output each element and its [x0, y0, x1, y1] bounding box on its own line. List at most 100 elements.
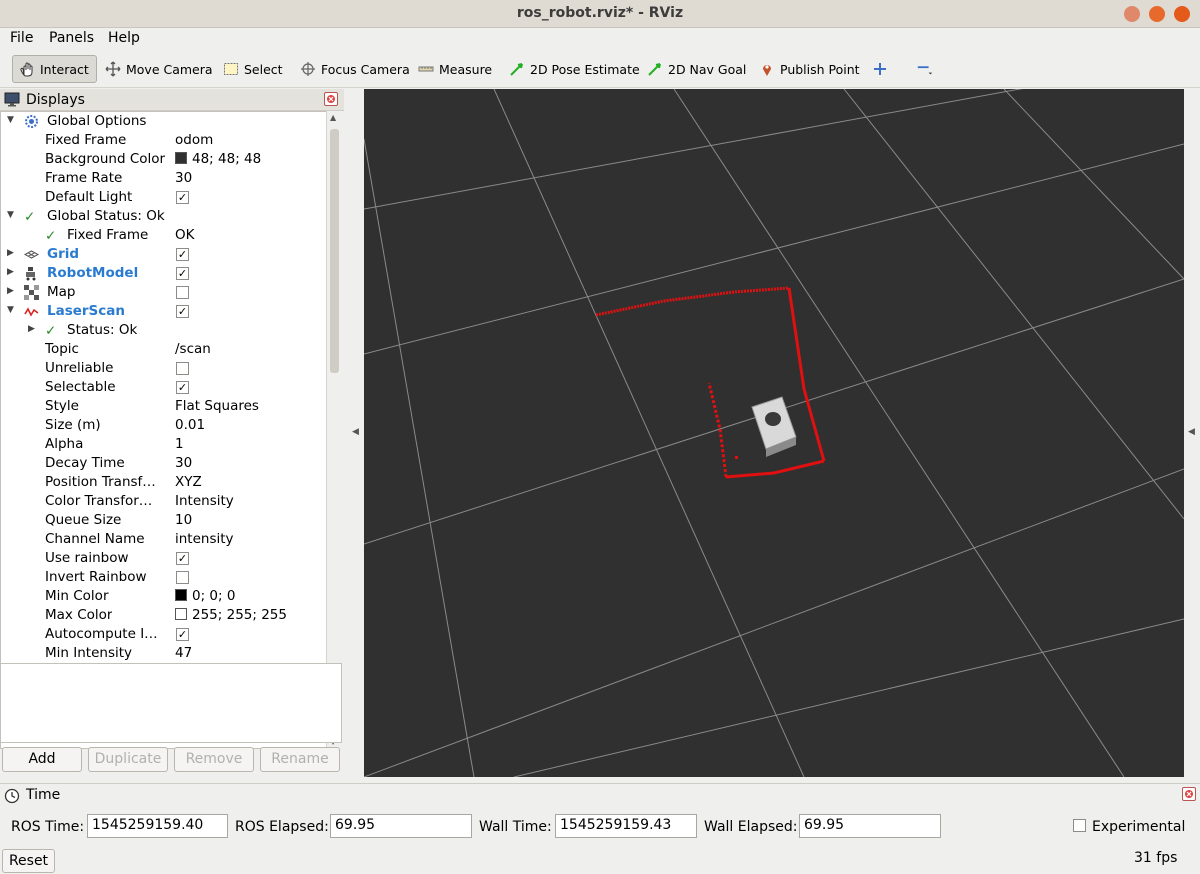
- tree-row-laserscan-status[interactable]: ▶ ✓ Status: Ok: [1, 321, 327, 340]
- checkbox-checked[interactable]: ✓: [176, 552, 189, 565]
- publish-point-tool-button[interactable]: Publish Point: [753, 55, 865, 83]
- menu-panels[interactable]: Panels: [49, 30, 94, 46]
- collapse-arrow-icon[interactable]: ▶: [28, 324, 38, 336]
- property-value-color[interactable]: 255; 255; 255: [175, 607, 287, 623]
- tree-row-alpha[interactable]: Alpha 1: [1, 435, 327, 454]
- tree-row-max-color[interactable]: Max Color 255; 255; 255: [1, 606, 327, 625]
- tree-row-size[interactable]: Size (m) 0.01: [1, 416, 327, 435]
- tree-row-grid[interactable]: ▶ Grid ✓: [1, 245, 327, 264]
- scene-canvas[interactable]: [364, 89, 1184, 777]
- tree-row-style[interactable]: Style Flat Squares: [1, 397, 327, 416]
- tree-row-use-rainbow[interactable]: Use rainbow ✓: [1, 549, 327, 568]
- add-display-button[interactable]: Add: [2, 747, 82, 772]
- checkbox-checked[interactable]: ✓: [176, 381, 189, 394]
- tree-row-default-light[interactable]: Default Light ✓: [1, 188, 327, 207]
- ros-time-field[interactable]: 1545259159.40: [87, 814, 228, 838]
- render-view-3d[interactable]: [364, 89, 1184, 777]
- close-panel-button[interactable]: [324, 92, 338, 106]
- wall-time-field[interactable]: 1545259159.43: [555, 814, 697, 838]
- property-value[interactable]: 1: [175, 436, 184, 452]
- property-value[interactable]: 10: [175, 512, 192, 528]
- property-value-color[interactable]: 48; 48; 48: [175, 151, 261, 167]
- tree-row-queue-size[interactable]: Queue Size 10: [1, 511, 327, 530]
- move-camera-tool-button[interactable]: Move Camera: [99, 55, 218, 83]
- tree-row-global-status[interactable]: ▼ ✓ Global Status: Ok: [1, 207, 327, 226]
- tree-row-color-transformer[interactable]: Color Transfor… Intensity: [1, 492, 327, 511]
- menu-help[interactable]: Help: [108, 30, 140, 46]
- checkbox-unchecked[interactable]: [176, 286, 189, 299]
- property-value[interactable]: 0.01: [175, 417, 205, 433]
- tree-row-channel-name[interactable]: Channel Name intensity: [1, 530, 327, 549]
- property-value[interactable]: Intensity: [175, 493, 234, 509]
- select-tool-button[interactable]: Select: [217, 55, 288, 83]
- property-value[interactable]: odom: [175, 132, 213, 148]
- close-panel-button[interactable]: [1182, 787, 1196, 801]
- tree-row-fixed-frame[interactable]: Fixed Frame odom: [1, 131, 327, 150]
- menu-file[interactable]: File: [10, 30, 33, 46]
- checkbox-checked[interactable]: ✓: [176, 191, 189, 204]
- tree-row-invert-rainbow[interactable]: Invert Rainbow: [1, 568, 327, 587]
- collapse-arrow-icon[interactable]: ▶: [7, 267, 17, 279]
- tree-row-frame-rate[interactable]: Frame Rate 30: [1, 169, 327, 188]
- close-window-button[interactable]: [1174, 6, 1190, 22]
- tree-row-robotmodel[interactable]: ▶ RobotModel ✓: [1, 264, 327, 283]
- duplicate-display-button[interactable]: Duplicate: [88, 747, 168, 772]
- expand-arrow-icon[interactable]: ▼: [7, 115, 17, 127]
- reset-button[interactable]: Reset: [2, 849, 55, 873]
- collapse-left-arrow-icon[interactable]: ◀: [352, 427, 359, 437]
- property-value[interactable]: 30: [175, 455, 192, 471]
- tree-row-min-color[interactable]: Min Color 0; 0; 0: [1, 587, 327, 606]
- checkbox-checked[interactable]: ✓: [176, 267, 189, 280]
- tree-row-laserscan[interactable]: ▼ LaserScan ✓: [1, 302, 327, 321]
- wall-time-label: Wall Time:: [479, 819, 552, 835]
- tree-row-unreliable[interactable]: Unreliable: [1, 359, 327, 378]
- interact-tool-button[interactable]: Interact: [12, 55, 97, 83]
- remove-display-button[interactable]: Remove: [174, 747, 254, 772]
- focus-camera-tool-button[interactable]: Focus Camera: [294, 55, 415, 83]
- add-tool-button[interactable]: [866, 55, 898, 83]
- remove-tool-button[interactable]: [911, 55, 943, 83]
- maximize-button[interactable]: [1149, 6, 1165, 22]
- property-value[interactable]: Flat Squares: [175, 398, 259, 414]
- collapse-right-arrow-icon[interactable]: ◀: [1188, 427, 1195, 437]
- scrollbar-thumb[interactable]: [330, 129, 339, 373]
- displays-scrollbar[interactable]: ▲ ▼: [326, 111, 342, 749]
- property-value[interactable]: 30: [175, 170, 192, 186]
- scroll-up-arrow-icon[interactable]: ▲: [330, 113, 336, 122]
- ros-elapsed-field[interactable]: 69.95: [330, 814, 472, 838]
- tree-row-selectable[interactable]: Selectable ✓: [1, 378, 327, 397]
- tree-row-autocompute-intensity[interactable]: Autocompute I… ✓: [1, 625, 327, 644]
- property-value[interactable]: XYZ: [175, 474, 202, 490]
- checkbox-unchecked[interactable]: [176, 571, 189, 584]
- checkbox-unchecked[interactable]: [176, 362, 189, 375]
- expand-arrow-icon[interactable]: ▼: [7, 305, 17, 317]
- experimental-checkbox[interactable]: [1073, 819, 1086, 832]
- tree-row-position-transformer[interactable]: Position Transf… XYZ: [1, 473, 327, 492]
- tree-row-status-fixed-frame[interactable]: ✓ Fixed Frame OK: [1, 226, 327, 245]
- checkbox-checked[interactable]: ✓: [176, 248, 189, 261]
- property-name: Selectable: [45, 379, 116, 395]
- tree-row-min-intensity[interactable]: Min Intensity 47: [1, 644, 327, 663]
- collapse-arrow-icon[interactable]: ▶: [7, 248, 17, 260]
- tree-row-decay-time[interactable]: Decay Time 30: [1, 454, 327, 473]
- minimize-button[interactable]: [1124, 6, 1140, 22]
- collapse-arrow-icon[interactable]: ▶: [7, 286, 17, 298]
- property-value[interactable]: 47: [175, 645, 192, 661]
- displays-tree[interactable]: ▼ Global Options Fixed Frame odom Backgr…: [0, 111, 342, 749]
- tree-row-background-color[interactable]: Background Color 48; 48; 48: [1, 150, 327, 169]
- checkbox-checked[interactable]: ✓: [176, 305, 189, 318]
- wall-elapsed-field[interactable]: 69.95: [799, 814, 941, 838]
- nav-goal-tool-button[interactable]: 2D Nav Goal: [641, 55, 751, 83]
- rename-display-button[interactable]: Rename: [260, 747, 340, 772]
- measure-tool-button[interactable]: Measure: [412, 55, 497, 83]
- pose-estimate-tool-button[interactable]: 2D Pose Estimate: [503, 55, 645, 83]
- tree-row-map[interactable]: ▶ Map: [1, 283, 327, 302]
- property-value-color[interactable]: 0; 0; 0: [175, 588, 235, 604]
- property-value[interactable]: /scan: [175, 341, 211, 357]
- checkbox-checked[interactable]: ✓: [176, 628, 189, 641]
- property-value[interactable]: intensity: [175, 531, 234, 547]
- green-arrow-icon: [508, 60, 526, 78]
- expand-arrow-icon[interactable]: ▼: [7, 210, 17, 222]
- tree-row-global-options[interactable]: ▼ Global Options: [1, 112, 327, 131]
- tree-row-topic[interactable]: Topic /scan: [1, 340, 327, 359]
